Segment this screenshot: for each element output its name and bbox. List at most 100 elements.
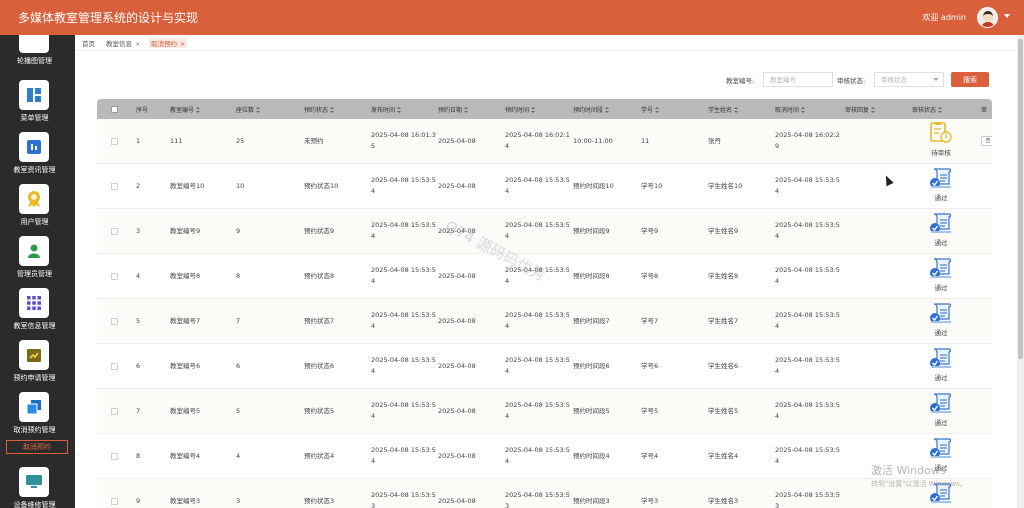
- close-icon[interactable]: ×: [135, 40, 140, 48]
- sidebar-item-menu[interactable]: 菜单管理: [0, 80, 75, 132]
- column-header[interactable]: 审: [981, 105, 987, 114]
- table-row[interactable]: 6 教室编号6 6 预约状态6 2025-04-08 15:53:5 4 2025-04-0…: [97, 344, 992, 389]
- table-cell-sno: 学号4: [641, 452, 659, 460]
- sidebar-item-repairs[interactable]: 设备维修管理: [0, 467, 75, 508]
- avatar-body-icon: [981, 22, 995, 27]
- column-header[interactable]: 学生姓名: [708, 105, 739, 114]
- sidebar-item-admins[interactable]: 管理员管理: [0, 236, 75, 288]
- tab-label: 取消预约: [151, 40, 177, 48]
- table-cell-date: 2025-04-08: [438, 407, 476, 415]
- row-checkbox[interactable]: [111, 498, 118, 505]
- table-cell-date: 2025-04-08: [438, 227, 476, 235]
- tab-label: 教室信息: [106, 40, 132, 48]
- table-cell-room: 111: [170, 137, 183, 145]
- row-checkbox[interactable]: [111, 228, 118, 235]
- table-cell-sname: 学生姓名7: [708, 317, 739, 325]
- sort-icon: [464, 107, 469, 113]
- main-content: 教室编号: 审核状态: 搜索 序号 教室编号 座位数 预约状态 发布时间 预约日…: [75, 51, 1017, 508]
- table-cell-sno: 学号9: [641, 227, 659, 235]
- chevron-down-icon[interactable]: [1004, 14, 1010, 18]
- table-cell-seats: 5: [236, 407, 241, 415]
- column-header[interactable]: 预约日期: [438, 105, 469, 114]
- column-header[interactable]: 预约时间段: [573, 105, 610, 114]
- sidebar-item-label: 教室资讯管理: [13, 166, 56, 174]
- column-header[interactable]: 取消时间: [775, 105, 806, 114]
- sort-icon: [938, 107, 943, 113]
- avatar-face-icon: [983, 11, 993, 22]
- sort-icon: [256, 107, 261, 113]
- column-header[interactable]: 审核回复: [845, 105, 876, 114]
- table-row[interactable]: 7 教室编号5 5 预约状态5 2025-04-08 15:53:5 4 2025-04-0…: [97, 389, 992, 434]
- column-header[interactable]: 学号: [641, 105, 660, 114]
- table-cell-status: 预约状态4: [304, 452, 335, 460]
- sidebar-item-cancel-bookings[interactable]: 取消预约管理: [0, 392, 75, 444]
- tab-room-info[interactable]: 教室信息 ×: [106, 38, 140, 48]
- close-icon[interactable]: ×: [180, 40, 185, 48]
- table-cell-sname: 学生姓名8: [708, 272, 739, 280]
- table-row[interactable]: 4 教室编号8 8 预约状态8 2025-04-08 15:53:5 4 2025-04-0…: [97, 254, 992, 299]
- row-checkbox[interactable]: [111, 273, 118, 280]
- page-scrollbar[interactable]: [1017, 35, 1024, 508]
- table-row[interactable]: 3 教室编号9 9 预约状态9 2025-04-08 15:53:5 4 2025-04-0…: [97, 209, 992, 254]
- search-button[interactable]: 搜索: [951, 72, 989, 87]
- row-checkbox[interactable]: [111, 318, 118, 325]
- audit-status-text: 待审核: [931, 149, 951, 157]
- column-header[interactable]: 教室编号: [170, 105, 201, 114]
- table-cell-cancel: 2025-04-08 15:53:5 4: [775, 311, 840, 330]
- table-cell-sname: 学生姓名5: [708, 407, 739, 415]
- table-cell-slot: 预约时间段10: [573, 182, 614, 190]
- sort-icon: [734, 107, 739, 113]
- table-row[interactable]: 2 教室编号10 10 预约状态10 2025-04-08 15:53:5 4 2025-0…: [97, 164, 992, 209]
- table-cell-room: 教室编号9: [170, 227, 201, 235]
- column-header[interactable]: 序号: [136, 105, 148, 114]
- table-cell-pub: 2025-04-08 15:53:5 4: [371, 221, 436, 240]
- table-cell-seats: 25: [236, 137, 245, 145]
- table-cell-seats: 9: [236, 227, 241, 235]
- table-cell-pub: 2025-04-08 16:01:3 5: [371, 131, 436, 150]
- column-header[interactable]: 审核状态: [912, 105, 943, 114]
- row-checkbox[interactable]: [111, 183, 118, 190]
- table-cell-date: 2025-04-08: [438, 452, 476, 460]
- row-checkbox[interactable]: [111, 453, 118, 460]
- pending-clipboard-icon: [929, 122, 953, 144]
- chevron-down-icon: [933, 78, 939, 81]
- table-cell-cancel: 2025-04-08 15:53:5 4: [775, 446, 840, 465]
- table-row[interactable]: 1 111 25 未预约 2025-04-08 16:01:3 5 2025-04-08 20…: [97, 119, 992, 164]
- sidebar-item-room-info[interactable]: 教室信息管理: [0, 288, 75, 340]
- table-row[interactable]: 9 教室编号3 3 预约状态3 2025-04-08 15:53:5 3 2025-04-0…: [97, 479, 992, 508]
- tab-home[interactable]: 首页: [82, 38, 95, 48]
- table-cell-time: 2025-04-08 15:53:5 4: [505, 176, 570, 195]
- table-cell-slot: 预约时间段5: [573, 407, 610, 415]
- sort-icon: [871, 107, 876, 113]
- sidebar-item-carousel[interactable]: 轮播图管理: [0, 35, 75, 75]
- tab-bar: 首页 教室信息 × 取消预约 ×: [75, 35, 1017, 51]
- table-cell-date: 2025-04-08: [438, 497, 476, 505]
- select-all-checkbox[interactable]: [111, 106, 118, 113]
- avatar[interactable]: [977, 7, 998, 28]
- scrollbar-thumb[interactable]: [1018, 39, 1023, 359]
- table-header: 序号 教室编号 座位数 预约状态 发布时间 预约日期 预约时间 预约时间段 学号…: [97, 99, 992, 119]
- column-header[interactable]: 发布时间: [371, 105, 402, 114]
- table-cell-time: 2025-04-08 15:53:5 3: [505, 491, 570, 508]
- row-checkbox[interactable]: [111, 408, 118, 415]
- room-number-input[interactable]: [763, 72, 833, 87]
- column-header[interactable]: 预约时间: [505, 105, 536, 114]
- table-cell-cancel: 2025-04-08 15:53:5 4: [775, 401, 840, 420]
- row-action-button[interactable]: 查: [981, 136, 992, 146]
- audit-status-text: 通过: [934, 194, 948, 202]
- column-header[interactable]: 预约状态: [304, 105, 335, 114]
- row-checkbox[interactable]: [111, 138, 118, 145]
- table-row[interactable]: 8 教室编号4 4 预约状态4 2025-04-08 15:53:5 4 2025-04-0…: [97, 434, 992, 479]
- sidebar-item-booking-requests[interactable]: 预约申请管理: [0, 340, 75, 392]
- row-checkbox[interactable]: [111, 363, 118, 370]
- tab-cancel-booking[interactable]: 取消预约 ×: [149, 38, 188, 48]
- table-cell-room: 教室编号6: [170, 362, 201, 370]
- table-cell-time: 2025-04-08 15:53:5 4: [505, 221, 570, 240]
- table-row[interactable]: 5 教室编号7 7 预约状态7 2025-04-08 15:53:5 4 2025-04-0…: [97, 299, 992, 344]
- column-header[interactable]: 座位数: [236, 105, 261, 114]
- sidebar-item-news[interactable]: 教室资讯管理: [0, 132, 75, 184]
- sidebar-subitem-cancel-booking[interactable]: 取消预约: [6, 440, 68, 454]
- sidebar-item-users[interactable]: 用户管理: [0, 184, 75, 236]
- sidebar-item-label: 用户管理: [20, 218, 49, 226]
- sort-icon: [196, 107, 201, 113]
